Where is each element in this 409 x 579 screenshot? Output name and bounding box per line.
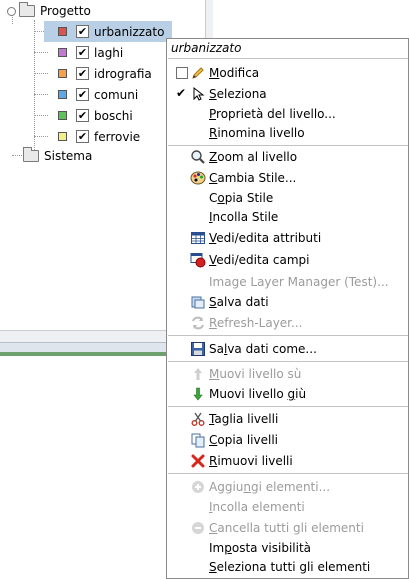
layer-label: ferrovie: [94, 129, 141, 144]
tree-node-sistema[interactable]: Sistema: [23, 146, 92, 166]
menu-item-rinomina-livello[interactable]: Rinomina livello: [167, 123, 408, 143]
layer-color-swatch: [58, 132, 67, 141]
menu-separator: [168, 335, 408, 336]
menu-separator: [168, 58, 408, 59]
layer-visibility-checkbox[interactable]: ✔: [76, 109, 89, 122]
menu-item-seleziona[interactable]: ✔ Seleziona: [167, 84, 408, 104]
fields-icon: [190, 252, 206, 268]
select-checkbox[interactable]: ✔: [176, 87, 188, 99]
menu-item-cancella-elementi: Cancella tutti gli elementi: [167, 518, 408, 538]
refresh-icon: [190, 315, 206, 331]
folder-icon: [19, 2, 35, 17]
floppy-icon: [190, 341, 206, 357]
layer-row-urbanizzato[interactable]: ✔ urbanizzato: [44, 21, 172, 42]
menu-title: urbanizzato: [171, 41, 242, 55]
menu-item-zoom-livello[interactable]: Zoom al livello: [167, 147, 408, 167]
zoom-icon: [190, 149, 206, 165]
layer-label: boschi: [94, 108, 133, 123]
menu-item-muovi-su: Muovi livello sù: [167, 364, 408, 384]
save-data-icon: [190, 294, 206, 310]
layer-row-comuni[interactable]: ✔ comuni: [44, 84, 172, 105]
table-icon: [190, 230, 206, 246]
menu-item-image-layer-manager: Image Layer Manager (Test)...: [209, 275, 389, 289]
layer-label: urbanizzato: [94, 24, 165, 39]
menu-separator: [168, 361, 408, 362]
layer-row-ferrovie[interactable]: ✔ ferrovie: [44, 126, 172, 147]
menu-item-muovi-giu[interactable]: Muovi livello giù: [167, 384, 408, 404]
folder-icon: [23, 147, 39, 162]
layer-visibility-checkbox[interactable]: ✔: [76, 25, 89, 38]
menu-item-copia-stile[interactable]: Copia Stile: [167, 188, 408, 208]
menu-item-vedi-attributi[interactable]: Vedi/edita attributi: [167, 228, 408, 248]
menu-item-copia-livelli[interactable]: Copia livelli: [167, 430, 408, 450]
layer-color-swatch: [58, 90, 67, 99]
layer-visibility-checkbox[interactable]: ✔: [76, 130, 89, 143]
layer-visibility-checkbox[interactable]: ✔: [76, 46, 89, 59]
menu-item-salva-dati-come[interactable]: Salva dati come...: [167, 339, 408, 359]
menu-item-aggiungi-elementi: Aggiungi elementi...: [167, 477, 408, 497]
layer-color-swatch: [58, 69, 67, 78]
layer-label: comuni: [94, 87, 139, 102]
delete-icon: [190, 453, 206, 469]
menu-item-proprieta-livello[interactable]: Proprietà del livello...: [167, 104, 408, 124]
menu-item-salva-dati[interactable]: Salva dati: [167, 292, 408, 312]
layer-row-laghi[interactable]: ✔ laghi: [44, 42, 172, 63]
edit-checkbox[interactable]: [176, 67, 188, 79]
menu-separator: [168, 473, 408, 474]
layer-context-menu: urbanizzato Modifica ✔ Seleziona Proprie…: [166, 38, 409, 579]
layer-visibility-checkbox[interactable]: ✔: [76, 88, 89, 101]
menu-item-imposta-visibilita[interactable]: Imposta visibilità: [167, 538, 408, 558]
tree-expand-handle[interactable]: [7, 6, 16, 16]
menu-item-incolla-elementi: Incolla elementi: [209, 500, 305, 514]
arrow-up-icon: [190, 366, 206, 382]
layer-visibility-checkbox[interactable]: ✔: [76, 67, 89, 80]
arrow-down-icon: [190, 386, 206, 402]
layer-row-boschi[interactable]: ✔ boschi: [44, 105, 172, 126]
menu-item-cambia-stile[interactable]: Cambia Stile...: [167, 168, 408, 188]
menu-item-refresh-layer: Refresh-Layer...: [167, 313, 408, 333]
menu-separator: [168, 406, 408, 407]
pencil-icon: [190, 65, 206, 81]
menu-item-modifica[interactable]: Modifica: [167, 63, 408, 83]
add-icon: [190, 479, 206, 495]
menu-item-seleziona-tutti[interactable]: Seleziona tutti gli elementi: [167, 557, 408, 577]
layer-color-swatch: [58, 27, 67, 36]
menu-item-rimuovi-livelli[interactable]: Rimuovi livelli: [167, 451, 408, 471]
layer-row-idrografia[interactable]: ✔ idrografia: [44, 63, 172, 84]
menu-item-incolla-stile[interactable]: Incolla Stile: [167, 207, 408, 227]
layer-label: laghi: [94, 45, 124, 60]
layer-label: idrografia: [94, 66, 152, 81]
cursor-icon: [190, 86, 206, 102]
layer-color-swatch: [58, 111, 67, 120]
tree-node-progetto[interactable]: Progetto: [7, 1, 91, 21]
layer-color-swatch: [58, 48, 67, 57]
remove-icon: [190, 520, 206, 536]
menu-separator: [168, 145, 408, 146]
menu-item-vedi-campi[interactable]: Vedi/edita campi: [167, 250, 408, 270]
tree-node-label: Sistema: [44, 149, 93, 163]
copy-icon: [190, 432, 206, 448]
tree-node-label: Progetto: [40, 4, 91, 18]
menu-item-taglia-livelli[interactable]: Taglia livelli: [167, 409, 408, 429]
palette-icon: [190, 170, 206, 186]
scissors-icon: [190, 411, 206, 427]
